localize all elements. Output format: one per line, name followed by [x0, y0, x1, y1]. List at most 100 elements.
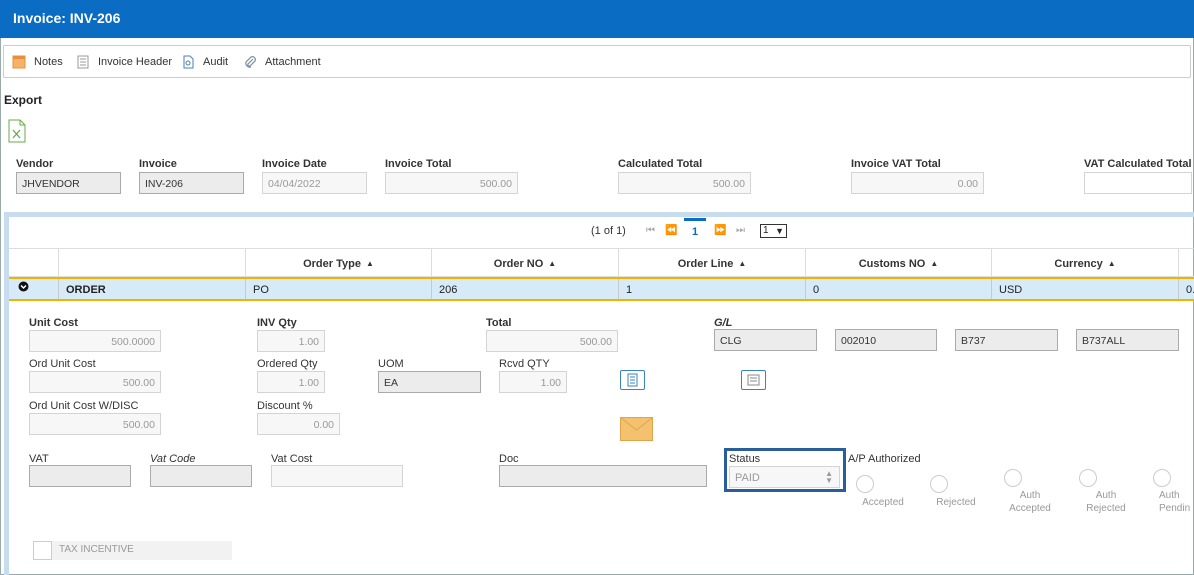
calculated-total-label: Calculated Total [618, 158, 703, 170]
tax-incentive-row[interactable]: TAX INCENTIVE [33, 541, 232, 560]
vat-calculated-total-field[interactable] [1084, 172, 1192, 194]
ord-unit-cost-field[interactable]: 500.00 [29, 371, 161, 393]
envelope-icon[interactable] [620, 417, 653, 441]
radio-auth-rejected-label: Auth Rejected [1086, 490, 1126, 514]
last-page-icon[interactable]: ⏭ [736, 225, 745, 236]
ordered-qty-field[interactable]: 1.00 [257, 371, 325, 393]
vat-code-label: Vat Code [150, 453, 196, 465]
ord-unit-cost-label: Ord Unit Cost [29, 358, 96, 370]
gl-segment-3[interactable]: B737 [955, 329, 1058, 351]
notes-label: Notes [34, 56, 63, 68]
paperclip-icon [245, 56, 256, 68]
column-expand [9, 249, 59, 278]
gl-segment-2[interactable]: 002010 [835, 329, 937, 351]
prev-page-icon[interactable]: ⏪ [665, 225, 677, 236]
column-order-line[interactable]: Order Line ▲︎ [619, 249, 806, 278]
radio-rejected[interactable] [930, 475, 948, 493]
row-label: ORDER [59, 279, 246, 299]
notes-button[interactable]: Notes [12, 55, 63, 69]
sort-icon[interactable]: ▲︎ [738, 259, 746, 268]
column-currency[interactable]: Currency ▲︎ [992, 249, 1179, 278]
invoice-vat-total-field[interactable]: 0.00 [851, 172, 984, 194]
vat-code-field[interactable] [150, 465, 252, 487]
column-label: Customs NO [858, 258, 926, 270]
invoice-total-label: Invoice Total [385, 158, 452, 170]
select-arrows-icon: ▲ ▼ [825, 469, 833, 485]
column-order-type[interactable]: Order Type ▲︎ [246, 249, 432, 278]
gl-segment-4[interactable]: B737ALL [1076, 329, 1179, 351]
rows-per-page-select[interactable]: 1 ▼ [760, 224, 787, 238]
ord-unit-cost-disc-field[interactable]: 500.00 [29, 413, 161, 435]
export-label: Export [4, 93, 43, 107]
document-button[interactable] [620, 370, 645, 390]
status-label: Status [729, 453, 761, 465]
column-order-no[interactable]: Order NO ▲︎ [432, 249, 619, 278]
sort-icon[interactable]: ▲︎ [548, 259, 556, 268]
total-field[interactable]: 500.00 [486, 330, 618, 352]
vendor-label: Vendor [16, 158, 54, 170]
pager-summary: (1 of 1) [591, 225, 626, 237]
attachment-button[interactable]: Attachment [243, 55, 321, 69]
grid-top-border [4, 212, 1194, 217]
rcvd-qty-label: Rcvd QTY [499, 358, 550, 370]
radio-auth-accepted-label: Auth Accepted [1009, 490, 1051, 514]
cell-currency: USD [992, 279, 1179, 299]
doc-field[interactable] [499, 465, 707, 487]
chevron-down-icon: ▼ [775, 226, 784, 236]
sort-icon[interactable]: ▲︎ [1108, 259, 1116, 268]
row-expand-toggle[interactable] [9, 279, 59, 299]
calculated-total-field[interactable]: 500.00 [618, 172, 751, 194]
discount-field[interactable]: 0.00 [257, 413, 340, 435]
inv-qty-field[interactable]: 1.00 [257, 330, 325, 352]
invoice-header-button[interactable]: Invoice Header [76, 55, 172, 69]
inv-qty-label: INV Qty [257, 317, 297, 329]
radio-accepted[interactable] [856, 475, 874, 493]
chevron-down-icon [18, 281, 29, 292]
vendor-field[interactable]: JHVENDOR [16, 172, 121, 194]
tax-incentive-label: TAX INCENTIVE [59, 544, 134, 555]
toolbar: Notes Invoice Header Audit Attachment [3, 45, 1191, 78]
unit-cost-label: Unit Cost [29, 317, 78, 329]
invoice-header-label: Invoice Header [98, 56, 172, 68]
audit-button[interactable]: Audit [181, 55, 228, 69]
document-icon [627, 373, 638, 387]
tax-incentive-checkbox[interactable] [33, 541, 52, 560]
invoice-date-label: Invoice Date [262, 158, 327, 170]
ord-unit-cost-disc-label: Ord Unit Cost W/DISC [29, 400, 139, 412]
invoice-total-field[interactable]: 500.00 [385, 172, 518, 194]
radio-auth-accepted[interactable] [1004, 469, 1022, 487]
unit-cost-field[interactable]: 500.0000 [29, 330, 161, 352]
first-page-icon[interactable]: ⏮ [646, 225, 655, 236]
table-row[interactable]: ORDER PO 206 1 0 USD 0. [9, 277, 1194, 301]
status-select[interactable]: PAID ▲ ▼ [729, 466, 840, 488]
next-page-icon[interactable]: ⏩ [714, 225, 726, 236]
pager-current-page[interactable]: 1 [684, 218, 706, 238]
form-icon [747, 374, 760, 386]
total-label: Total [486, 317, 512, 329]
invoice-date-field[interactable]: 04/04/2022 [262, 172, 367, 194]
sort-icon[interactable]: ▲︎ [930, 259, 938, 268]
uom-label: UOM [378, 358, 404, 370]
ordered-qty-label: Ordered Qty [257, 358, 318, 370]
rcvd-qty-field[interactable]: 1.00 [499, 371, 567, 393]
excel-icon[interactable] [8, 119, 26, 143]
invoice-vat-total-label: Invoice VAT Total [851, 158, 941, 170]
window-title: Invoice: INV-206 [0, 0, 1194, 38]
gl-label: G/L [714, 317, 733, 329]
radio-rejected-label: Rejected [936, 497, 976, 508]
radio-auth-rejected[interactable] [1079, 469, 1097, 487]
invoice-label: Invoice [139, 158, 177, 170]
invoice-field[interactable]: INV-206 [139, 172, 244, 194]
uom-field[interactable]: EA [378, 371, 481, 393]
radio-accepted-label: Accepted [862, 497, 904, 508]
vat-field[interactable] [29, 465, 131, 487]
vat-cost-field[interactable] [271, 465, 403, 487]
form-button[interactable] [741, 370, 766, 390]
radio-auth-pending[interactable] [1153, 469, 1171, 487]
sort-icon[interactable]: ▲︎ [366, 259, 374, 268]
cell-order-no: 206 [432, 279, 619, 299]
column-label: Order Type [303, 258, 361, 270]
gl-segment-1[interactable]: CLG [714, 329, 817, 351]
column-label: Order Line [677, 258, 734, 270]
column-customs-no[interactable]: Customs NO ▲︎ [806, 249, 992, 278]
